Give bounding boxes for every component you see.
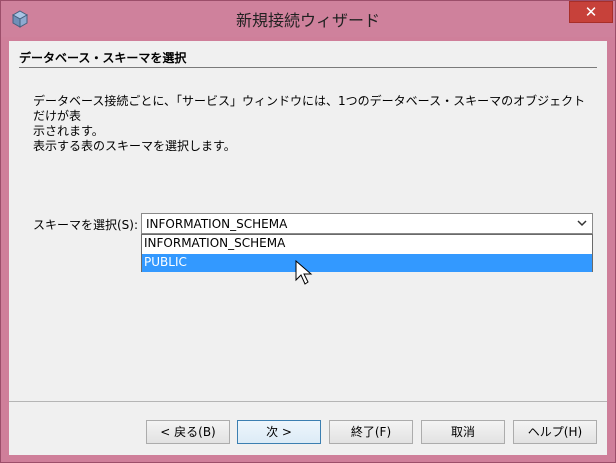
cancel-button[interactable]: 取消	[421, 420, 505, 444]
button-bar-divider	[9, 401, 607, 402]
mouse-cursor-icon	[295, 260, 313, 285]
panel-description: データベース接続ごとに、「サービス」ウィンドウには、1つのデータベース・スキーマ…	[33, 94, 586, 153]
finish-button[interactable]: 終了(F)	[329, 420, 413, 444]
schema-option-public[interactable]: PUBLIC	[142, 254, 592, 272]
panel-heading: データベース・スキーマを選択	[19, 51, 187, 65]
wizard-window: 新規接続ウィザード ✕ データベース・スキーマを選択 データベース接続ごとに、「…	[0, 0, 616, 463]
schema-select-value: INFORMATION_SCHEMA	[146, 217, 288, 231]
heading-divider	[19, 67, 597, 68]
help-button[interactable]: ヘルプ(H)	[513, 420, 597, 444]
wizard-panel: データベース・スキーマを選択 データベース接続ごとに、「サービス」ウィンドウには…	[9, 41, 607, 455]
schema-label: スキーマを選択(S):	[33, 218, 139, 232]
close-icon: ✕	[584, 3, 598, 21]
close-button[interactable]: ✕	[569, 1, 613, 23]
title-bar: 新規接続ウィザード ✕	[1, 1, 615, 37]
chevron-down-icon[interactable]	[576, 217, 588, 229]
schema-select[interactable]: INFORMATION_SCHEMA	[141, 213, 593, 234]
window-title: 新規接続ウィザード	[235, 11, 380, 30]
schema-dropdown-list: INFORMATION_SCHEMA PUBLIC	[141, 234, 593, 272]
schema-option-information-schema[interactable]: INFORMATION_SCHEMA	[142, 235, 592, 253]
next-button[interactable]: 次 >	[237, 420, 321, 444]
back-button[interactable]: < 戻る(B)	[146, 420, 230, 444]
